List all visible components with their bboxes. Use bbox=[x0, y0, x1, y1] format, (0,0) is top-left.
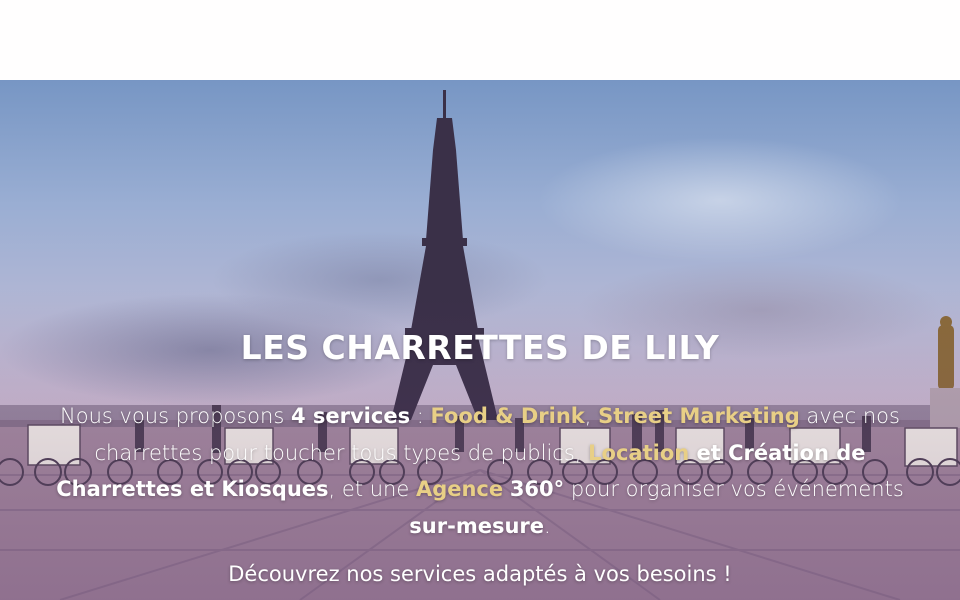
space-text bbox=[503, 477, 510, 501]
agence-link[interactable]: Agence bbox=[416, 477, 503, 501]
separator-text: , bbox=[584, 404, 599, 428]
description-text: pour organiser vos événements bbox=[564, 477, 904, 501]
hero-description: Nous vous proposons 4 services : Food & … bbox=[40, 398, 920, 544]
and-text: et bbox=[689, 440, 729, 465]
description-text: , et une bbox=[328, 477, 416, 501]
services-count: 4 services bbox=[290, 404, 411, 428]
location-link[interactable]: Location bbox=[588, 441, 689, 465]
food-drink-link[interactable]: Food & Drink bbox=[431, 404, 585, 428]
separator-text: : bbox=[410, 404, 431, 428]
street-marketing-link[interactable]: Street Marketing bbox=[598, 404, 800, 428]
hero-title: LES CHARRETTES DE LILY bbox=[240, 328, 720, 367]
hero-cta-text: Découvrez nos services adaptés à vos bes… bbox=[228, 562, 732, 586]
hero-banner: LES CHARRETTES DE LILY Nous vous proposo… bbox=[0, 80, 960, 600]
intro-text: Nous vous proposons bbox=[60, 404, 291, 428]
sur-mesure-text: sur-mesure bbox=[409, 513, 544, 538]
agence-360-text: 360° bbox=[509, 477, 565, 501]
period-text: . bbox=[544, 513, 551, 538]
top-bar bbox=[0, 0, 960, 80]
